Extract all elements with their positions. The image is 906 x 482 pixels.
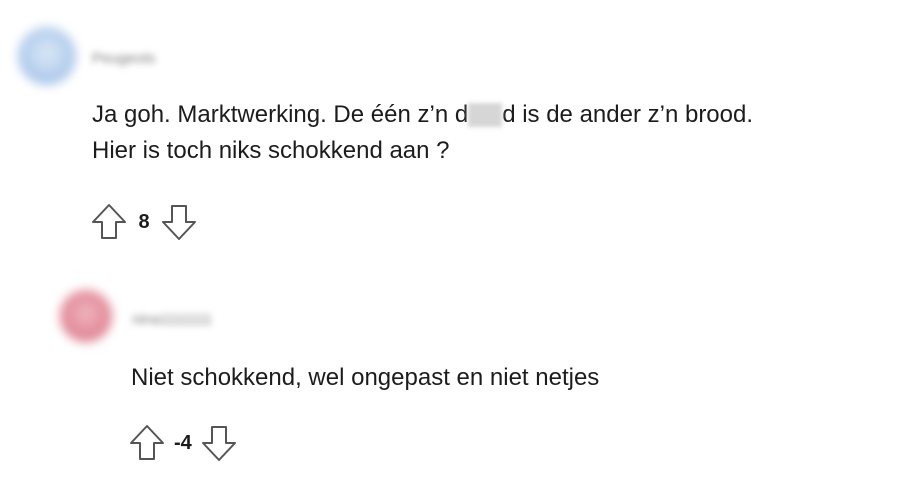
downvote-button[interactable] — [200, 424, 238, 462]
redacted-text — [468, 103, 503, 127]
vote-score: -4 — [174, 431, 192, 454]
arrow-up-icon — [92, 204, 126, 239]
comment-body-text-end: d is de ander z’n brood. — [502, 101, 754, 128]
vote-score: 8 — [138, 210, 150, 233]
vote-bar: -4 — [128, 424, 238, 462]
upvote-button[interactable] — [90, 203, 128, 241]
comment-author[interactable]: nina1111111 — [132, 311, 212, 328]
vote-bar: 8 — [90, 203, 198, 241]
upvote-button[interactable] — [128, 424, 166, 462]
comment-body: Ja goh. Marktwerking. De één z’n d d is d… — [92, 97, 753, 169]
comment-body-text-start: Ja goh. Marktwerking. De één z’n d — [92, 101, 469, 128]
arrow-down-icon — [162, 205, 196, 240]
comment-body: Niet schokkend, wel ongepast en niet net… — [131, 364, 600, 391]
comment-author[interactable]: Peugeots — [92, 50, 155, 67]
avatar[interactable] — [60, 290, 112, 342]
arrow-up-icon — [130, 425, 164, 460]
avatar[interactable] — [18, 27, 76, 85]
downvote-button[interactable] — [160, 203, 198, 241]
comment-body-line-2: Hier is toch niks schokkend aan ? — [92, 137, 450, 164]
arrow-down-icon — [201, 426, 236, 461]
